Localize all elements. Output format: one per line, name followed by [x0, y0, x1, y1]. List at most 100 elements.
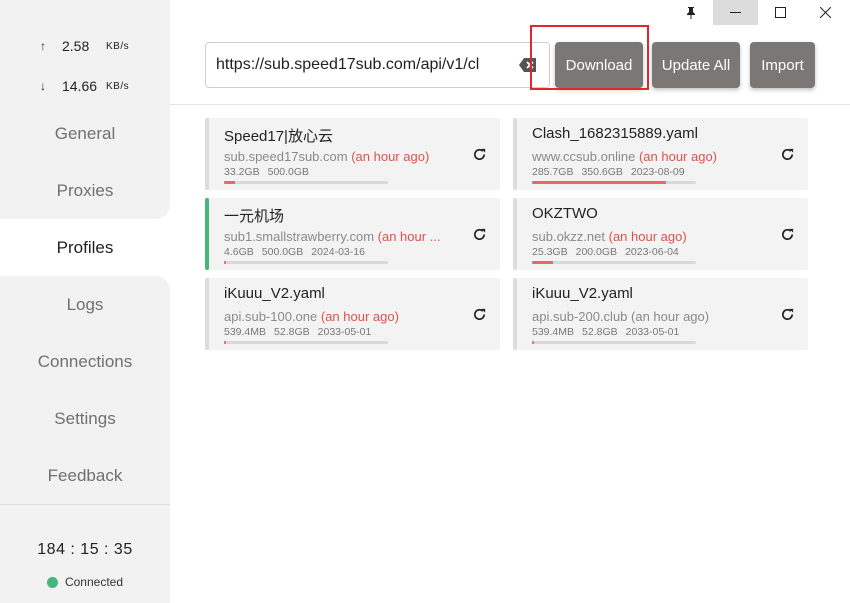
profile-used: 25.3GB: [532, 246, 568, 258]
profile-source: www.ccsub.online (an hour ago): [532, 149, 717, 164]
profile-host: sub.okzz.net: [532, 229, 605, 244]
profile-total: 350.6GB: [581, 166, 623, 178]
profile-source: api.sub-200.club (an hour ago): [532, 309, 709, 324]
minimize-icon[interactable]: [713, 0, 758, 25]
usage-progress: [224, 341, 388, 344]
profile-title: 一元机场: [224, 208, 285, 225]
profile-title: OKZTWO: [532, 205, 598, 222]
usage-progress: [532, 181, 696, 184]
traffic-panel: ↑ 2.58 KB/s ↓ 14.66 KB/s: [0, 25, 170, 105]
import-button[interactable]: Import: [750, 42, 815, 88]
nav-item-proxies[interactable]: Proxies: [0, 162, 170, 219]
status-dot-icon: [46, 576, 58, 588]
profile-indicator: [205, 118, 209, 190]
profile-expire: 2023-08-09: [630, 166, 685, 178]
close-icon[interactable]: [803, 0, 848, 25]
upload-unit: KB/s: [106, 40, 130, 52]
download-unit: KB/s: [106, 80, 130, 92]
profile-updated: (an hour ago): [608, 229, 687, 244]
sidebar-divider: [0, 504, 170, 505]
download-arrow-icon: ↓: [40, 79, 46, 93]
profile-title: iKuuu_V2.yaml: [224, 285, 325, 302]
sidebar: ↑ 2.58 KB/s ↓ 14.66 KB/s General Proxies…: [0, 0, 170, 603]
profile-expire: 2033-05-01: [317, 326, 372, 338]
refresh-icon[interactable]: [472, 227, 487, 242]
nav-item-profiles[interactable]: Profiles: [0, 219, 170, 276]
nav-menu: General Proxies Profiles Logs Connection…: [0, 105, 170, 504]
profile-host: api.sub-100.one: [224, 309, 318, 324]
profile-source: sub1.smallstrawberry.com (an hour ...: [224, 229, 441, 244]
maximize-icon[interactable]: [758, 0, 803, 25]
nav-item-general[interactable]: General: [0, 105, 170, 162]
usage-progress: [532, 261, 696, 264]
download-button[interactable]: Download: [555, 42, 643, 88]
profile-host: sub1.smallstrawberry.com: [224, 229, 375, 244]
title-bar: [170, 0, 850, 25]
status-label: Connected: [64, 575, 124, 589]
profile-stats: 25.3GB 200.0GB 2023-06-04: [532, 246, 687, 258]
profile-used: 4.6GB: [224, 246, 254, 258]
profile-indicator: [205, 198, 209, 270]
connection-status: Connected: [0, 575, 170, 589]
refresh-icon[interactable]: [780, 147, 795, 162]
profile-title: Speed17|放心云: [224, 128, 333, 145]
usage-fill: [532, 261, 553, 264]
profile-expire: 2023-06-04: [625, 246, 679, 258]
profile-card[interactable]: 一元机场 sub1.smallstrawberry.com (an hour .…: [205, 198, 500, 270]
profile-host: www.ccsub.online: [532, 149, 636, 164]
nav-item-logs[interactable]: Logs: [0, 276, 170, 333]
clear-input-icon[interactable]: [519, 57, 537, 73]
profile-indicator: [513, 118, 517, 190]
profile-host: sub.speed17sub.com: [224, 149, 348, 164]
usage-fill: [532, 181, 666, 184]
refresh-icon[interactable]: [472, 307, 487, 322]
profile-total: 500.0GB: [261, 246, 304, 258]
profile-stats: 4.6GB 500.0GB 2024-03-16: [224, 246, 373, 258]
profile-card[interactable]: iKuuu_V2.yaml api.sub-100.one (an hour a…: [205, 278, 500, 350]
usage-progress: [532, 341, 696, 344]
profile-indicator: [205, 278, 209, 350]
profile-stats: 33.2GB 500.0GB: [224, 166, 317, 178]
usage-fill: [532, 341, 535, 344]
profile-stats: 539.4MB 52.8GB 2033-05-01: [532, 326, 687, 338]
profile-total: 52.8GB: [274, 326, 310, 338]
profile-card[interactable]: OKZTWO sub.okzz.net (an hour ago) 25.3GB…: [513, 198, 808, 270]
refresh-icon[interactable]: [780, 227, 795, 242]
uptime-clock: 184 : 15 : 35: [37, 541, 133, 558]
refresh-icon[interactable]: [780, 307, 795, 322]
profile-card[interactable]: Clash_1682315889.yaml www.ccsub.online (…: [513, 118, 808, 190]
upload-value: 2.58: [62, 38, 90, 54]
profile-used: 33.2GB: [224, 166, 260, 178]
profile-used: 539.4MB: [532, 326, 575, 338]
profile-host: api.sub-200.club: [532, 309, 628, 324]
pin-icon[interactable]: [668, 0, 713, 25]
refresh-icon[interactable]: [472, 147, 487, 162]
nav-item-settings[interactable]: Settings: [0, 390, 170, 447]
profile-updated: (an hour ...: [377, 229, 441, 244]
profile-used: 285.7GB: [532, 166, 574, 178]
subscription-url-input[interactable]: https://sub.speed17sub.com/api/v1/cl: [205, 42, 550, 88]
usage-progress: [224, 181, 388, 184]
profile-used: 539.4MB: [224, 326, 267, 338]
profile-card[interactable]: iKuuu_V2.yaml api.sub-200.club (an hour …: [513, 278, 808, 350]
profile-indicator: [513, 198, 517, 270]
nav-item-feedback[interactable]: Feedback: [0, 447, 170, 504]
profile-source: api.sub-100.one (an hour ago): [224, 309, 399, 324]
update-all-button[interactable]: Update All: [652, 42, 740, 88]
profile-card[interactable]: Speed17|放心云 sub.speed17sub.com (an hour …: [205, 118, 500, 190]
subscription-url-value[interactable]: https://sub.speed17sub.com/api/v1/cl: [216, 56, 510, 74]
nav-item-connections[interactable]: Connections: [0, 333, 170, 390]
profile-indicator: [513, 278, 517, 350]
profile-expire: 2024-03-16: [311, 246, 365, 258]
profile-title: iKuuu_V2.yaml: [532, 285, 633, 302]
profile-toolbar: https://sub.speed17sub.com/api/v1/cl Dow…: [170, 25, 850, 105]
upload-speed: ↑ 2.58 KB/s: [40, 38, 129, 54]
profile-updated: (an hour ago): [638, 149, 718, 164]
profile-updated: (an hour ago): [351, 149, 430, 164]
profile-total: 52.8GB: [582, 326, 618, 338]
profile-source: sub.okzz.net (an hour ago): [532, 229, 687, 244]
profile-expire: 2033-05-01: [625, 326, 680, 338]
profile-stats: 539.4MB 52.8GB 2033-05-01: [224, 326, 379, 338]
profile-total: 200.0GB: [575, 246, 618, 258]
upload-arrow-icon: ↑: [40, 39, 46, 53]
